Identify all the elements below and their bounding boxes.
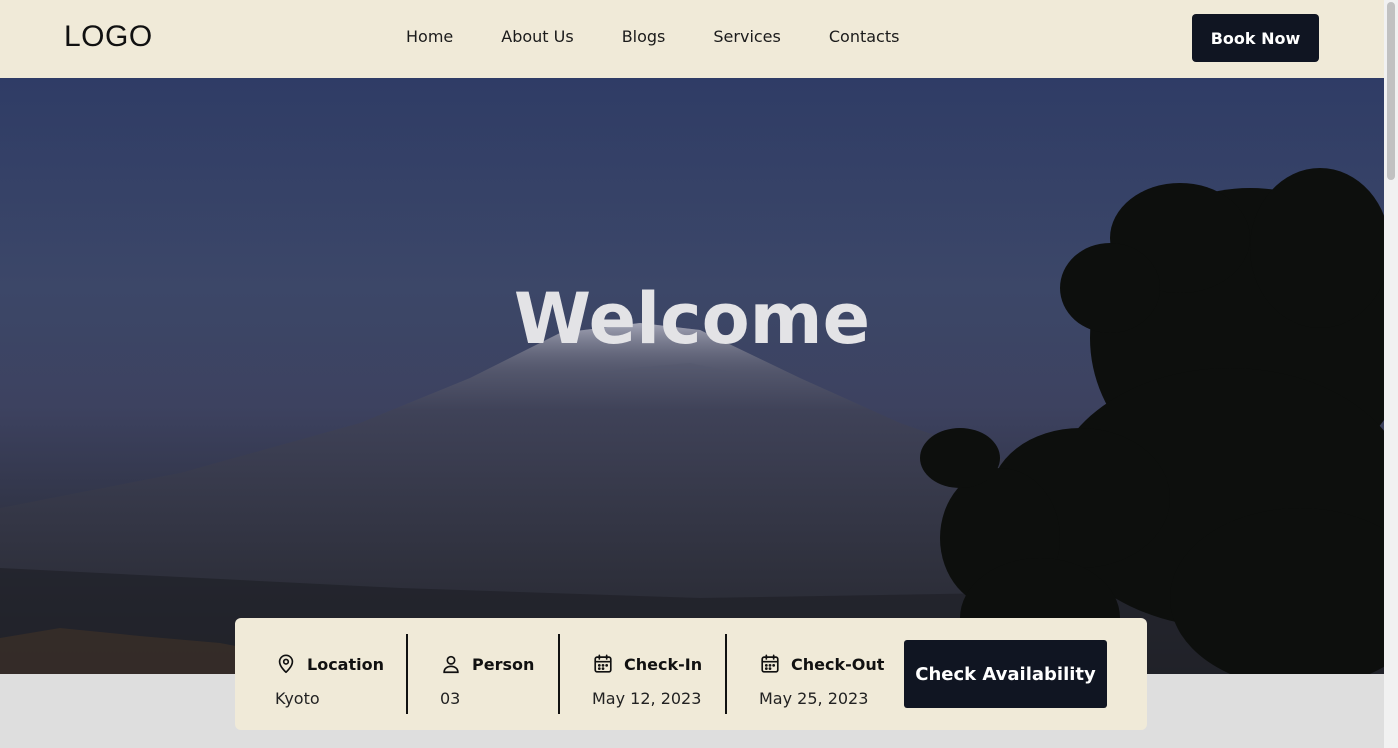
booking-bar: Location Kyoto Person 03 Check-In May 12… (235, 618, 1147, 730)
field-divider (558, 634, 560, 714)
checkout-label-row: Check-Out (759, 653, 884, 675)
person-value: 03 (440, 689, 461, 708)
checkout-label: Check-Out (791, 654, 885, 674)
location-value: Kyoto (275, 689, 320, 708)
nav-home[interactable]: Home (406, 27, 453, 46)
checkin-label-row: Check-In (592, 653, 702, 675)
nav-services[interactable]: Services (713, 27, 780, 46)
checkin-label: Check-In (624, 654, 703, 674)
scrollbar-thumb[interactable] (1387, 2, 1395, 180)
person-label-row: Person (440, 653, 534, 675)
user-icon (440, 653, 462, 675)
nav-about-us[interactable]: About Us (501, 27, 573, 46)
calendar-icon (759, 653, 781, 675)
field-divider (406, 634, 408, 714)
hero-banner: Welcome (0, 78, 1384, 674)
nav-blogs[interactable]: Blogs (622, 27, 666, 46)
location-label: Location (307, 654, 384, 674)
main-nav: Home About Us Blogs Services Contacts (406, 27, 947, 46)
location-label-row: Location (275, 653, 384, 675)
checkin-value: May 12, 2023 (592, 689, 702, 708)
check-availability-button[interactable]: Check Availability (904, 640, 1107, 708)
person-label: Person (472, 654, 535, 674)
map-pin-icon (275, 653, 297, 675)
book-now-button[interactable]: Book Now (1192, 14, 1319, 62)
checkout-value: May 25, 2023 (759, 689, 869, 708)
hero-title: Welcome (513, 278, 871, 360)
field-divider (725, 634, 727, 714)
calendar-icon (592, 653, 614, 675)
logo[interactable]: LOGO (64, 20, 153, 54)
nav-contacts[interactable]: Contacts (829, 27, 900, 46)
hero-background-image (0, 168, 1384, 674)
page-scrollbar[interactable] (1384, 0, 1398, 748)
site-header: LOGO Home About Us Blogs Services Contac… (0, 0, 1384, 78)
